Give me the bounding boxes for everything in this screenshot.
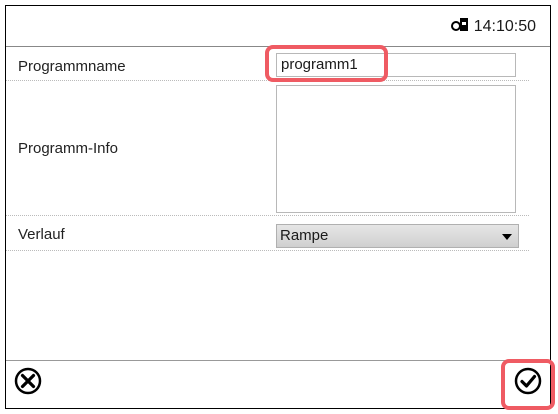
door-lock-icon	[450, 16, 471, 37]
course-select-value: Rampe	[280, 227, 329, 244]
status-bar: 14:10:50	[6, 6, 550, 47]
status-clock: 14:10:50	[450, 16, 536, 37]
program-name-label: Programmname	[18, 58, 126, 75]
course-select[interactable]: Rampe	[276, 224, 519, 248]
program-info-row: Programm-Info	[6, 80, 529, 216]
confirm-button-highlight	[501, 359, 555, 410]
program-info-label: Programm-Info	[18, 140, 119, 157]
bottom-bar	[6, 360, 550, 408]
program-info-textarea[interactable]	[276, 85, 516, 213]
course-label: Verlauf	[18, 226, 65, 243]
cancel-circle-icon[interactable]	[12, 365, 44, 402]
chevron-down-icon	[502, 234, 512, 240]
program-name-highlight	[265, 45, 388, 82]
clock-text: 14:10:50	[473, 17, 536, 35]
course-row: Verlauf Rampe	[6, 215, 529, 251]
